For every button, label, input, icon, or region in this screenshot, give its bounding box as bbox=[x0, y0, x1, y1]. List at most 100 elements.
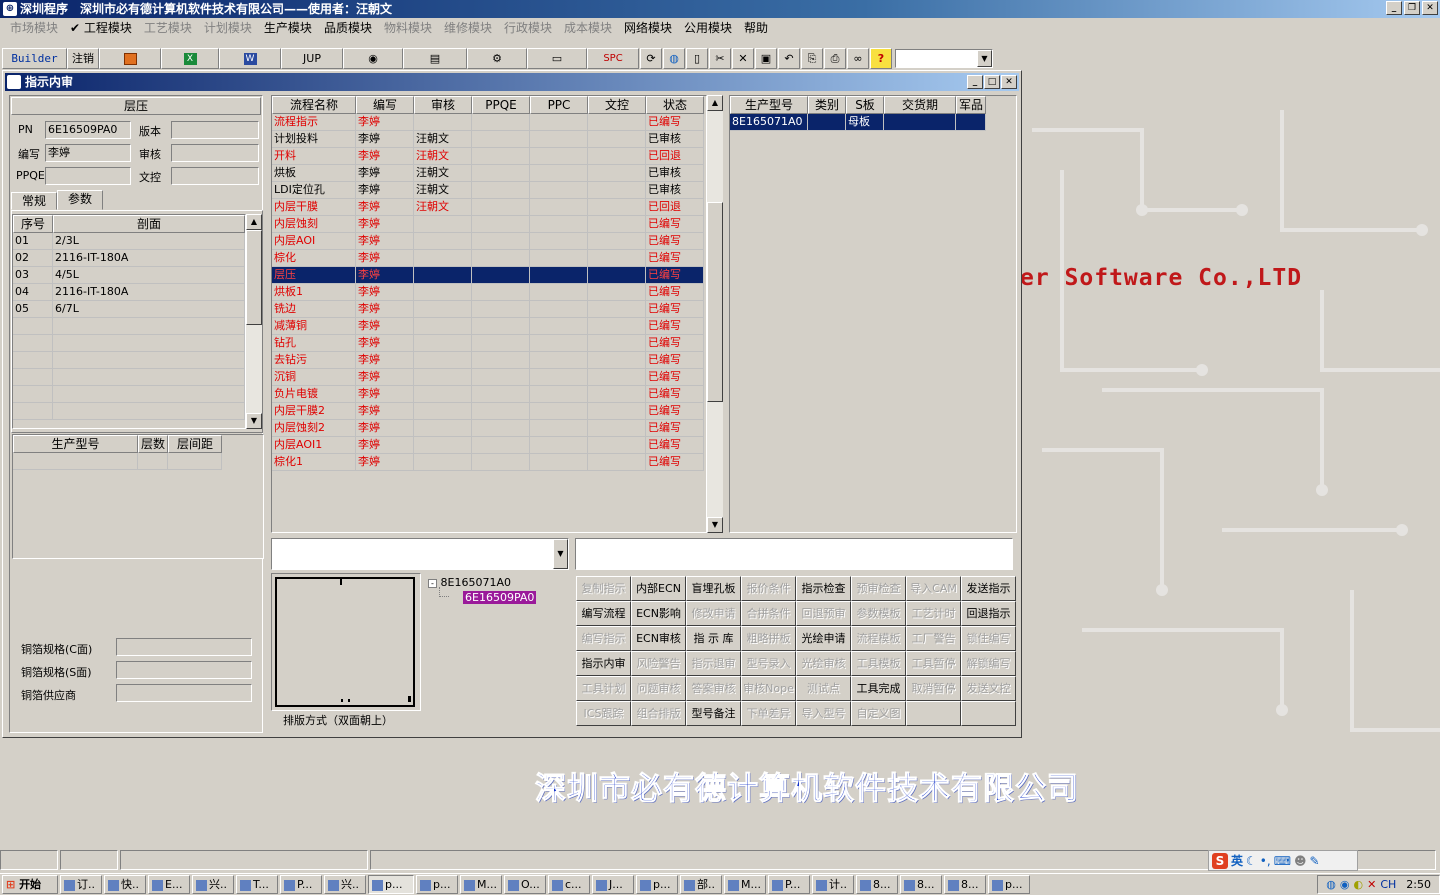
keyboard-icon[interactable]: ⌨ bbox=[1274, 854, 1291, 868]
control-field[interactable] bbox=[171, 167, 259, 185]
flow-col-header[interactable]: 流程名称 bbox=[272, 96, 356, 114]
menu-item[interactable]: 工艺模块 bbox=[138, 19, 198, 37]
model-col-header[interactable]: 军品 bbox=[956, 96, 986, 114]
table-row[interactable]: 内层蚀刻 李婷 已编写 bbox=[272, 216, 706, 233]
action-button[interactable]: 型号备注 bbox=[686, 701, 741, 726]
tray-icon[interactable]: CH bbox=[1380, 878, 1396, 891]
table-row[interactable]: 沉铜 李婷 已编写 bbox=[272, 369, 706, 386]
taskbar-item[interactable]: c... bbox=[548, 875, 590, 894]
taskbar-item[interactable]: 快.. bbox=[104, 875, 146, 894]
table-row[interactable]: 01 2/3L bbox=[13, 233, 245, 250]
tray-icon[interactable]: ◐ bbox=[1354, 878, 1364, 891]
table-row[interactable]: 内层AOI1 李婷 已编写 bbox=[272, 437, 706, 454]
menu-item[interactable]: 生产模块 bbox=[258, 19, 318, 37]
copper-vendor-field[interactable] bbox=[116, 684, 252, 702]
expand-icon[interactable]: - bbox=[428, 579, 437, 588]
jup-button[interactable]: JUP bbox=[281, 47, 343, 69]
table-row[interactable]: 去钻污 李婷 已编写 bbox=[272, 352, 706, 369]
minimize-button[interactable]: _ bbox=[1386, 1, 1402, 15]
scroll-thumb[interactable] bbox=[246, 230, 262, 325]
taskbar-item[interactable]: 8... bbox=[900, 875, 942, 894]
menu-item[interactable]: 行政模块 bbox=[498, 19, 558, 37]
action-button[interactable]: 内部ECN bbox=[631, 576, 686, 601]
model-col-header[interactable]: S板 bbox=[846, 96, 884, 114]
taskbar-item[interactable]: 部.. bbox=[680, 875, 722, 894]
ppqe-field[interactable] bbox=[45, 167, 131, 185]
table-row[interactable]: 铣边 李婷 已编写 bbox=[272, 301, 706, 318]
taskbar-item[interactable]: 8... bbox=[944, 875, 986, 894]
tab-params[interactable]: 参数 bbox=[57, 190, 104, 210]
view-button[interactable]: ◉ bbox=[343, 47, 403, 69]
taskbar-item[interactable]: 订.. bbox=[60, 875, 102, 894]
layer-scrollbar[interactable]: ▲ ▼ bbox=[246, 214, 262, 429]
model-col-header[interactable]: 交货期 bbox=[884, 96, 956, 114]
menu-item[interactable]: 帮助 bbox=[738, 19, 774, 37]
action-button[interactable]: 指 示 库 bbox=[686, 626, 741, 651]
undo-button[interactable]: ↶ bbox=[778, 47, 800, 69]
table-row[interactable]: 02 2116-IT-180A bbox=[13, 250, 245, 267]
taskbar-item[interactable]: 兴.. bbox=[324, 875, 366, 894]
action-button[interactable]: ECN影响 bbox=[631, 601, 686, 626]
menu-item[interactable]: ✔ 工程模块 bbox=[64, 19, 138, 37]
punctuation-icon[interactable]: •, bbox=[1260, 854, 1271, 868]
layer-col-header[interactable]: 序号 bbox=[13, 215, 53, 233]
tray-icon[interactable]: ✕ bbox=[1367, 878, 1376, 891]
table-row[interactable]: 内层干膜2 李婷 已编写 bbox=[272, 403, 706, 420]
table-row[interactable]: 内层AOI 李婷 已编写 bbox=[272, 233, 706, 250]
ime-lang[interactable]: 英 bbox=[1231, 852, 1243, 869]
taskbar-item[interactable]: p... bbox=[636, 875, 678, 894]
restore-button[interactable]: ❐ bbox=[1404, 1, 1420, 15]
table-row[interactable]: 04 2116-IT-180A bbox=[13, 284, 245, 301]
version-field[interactable] bbox=[171, 121, 259, 139]
action-button[interactable]: 发送指示 bbox=[961, 576, 1016, 601]
close-button[interactable]: ✕ bbox=[1422, 1, 1438, 15]
taskbar-item[interactable]: p... bbox=[988, 875, 1030, 894]
taskbar-item[interactable]: 兴.. bbox=[192, 875, 234, 894]
logout-button[interactable]: 注销 bbox=[67, 47, 99, 69]
table-row[interactable]: 流程指示 李婷 已编写 bbox=[272, 114, 706, 131]
child-maximize-button[interactable]: □ bbox=[984, 75, 1000, 89]
prod-col-header[interactable]: 生产型号 bbox=[13, 435, 138, 453]
taskbar-item[interactable]: E... bbox=[148, 875, 190, 894]
start-button[interactable]: ⊞ 开始 bbox=[2, 875, 58, 894]
menu-item[interactable]: 维修模块 bbox=[438, 19, 498, 37]
print-button[interactable]: ⎙ bbox=[824, 47, 846, 69]
table-row[interactable]: 计划投料 李婷 汪朝文 已审核 bbox=[272, 131, 706, 148]
taskbar-item[interactable]: M... bbox=[460, 875, 502, 894]
copper-c-field[interactable] bbox=[116, 638, 252, 656]
copper-s-field[interactable] bbox=[116, 661, 252, 679]
scroll-up-icon[interactable]: ▲ bbox=[246, 214, 262, 230]
taskbar-item[interactable]: P... bbox=[280, 875, 322, 894]
menu-item[interactable]: 成本模块 bbox=[558, 19, 618, 37]
model-col-header[interactable]: 类别 bbox=[808, 96, 846, 114]
toolbar-combo[interactable]: ▼ bbox=[895, 48, 993, 68]
table-row[interactable]: 负片电镀 李婷 已编写 bbox=[272, 386, 706, 403]
table-row[interactable]: 8E165071A0 母板 bbox=[730, 114, 1016, 131]
find-button[interactable]: ∞ bbox=[847, 47, 869, 69]
refresh-button[interactable]: ⟳ bbox=[640, 47, 662, 69]
spc-button[interactable]: SPC bbox=[587, 47, 639, 69]
flow-scrollbar[interactable]: ▲ ▼ bbox=[707, 95, 723, 533]
scroll-down-icon[interactable]: ▼ bbox=[246, 413, 262, 429]
table-row[interactable]: 内层蚀刻2 李婷 已编写 bbox=[272, 420, 706, 437]
tab-general[interactable]: 常规 bbox=[11, 192, 58, 210]
preview-button[interactable]: ⎘ bbox=[801, 47, 823, 69]
flow-combo[interactable]: ▼ bbox=[271, 538, 569, 570]
prod-col-header[interactable]: 层间距 bbox=[168, 435, 222, 453]
taskbar-item[interactable]: P... bbox=[768, 875, 810, 894]
taskbar-item[interactable]: O... bbox=[504, 875, 546, 894]
note-input[interactable] bbox=[575, 538, 1013, 570]
action-button[interactable]: 指示内审 bbox=[576, 651, 631, 676]
flow-col-header[interactable]: 文控 bbox=[588, 96, 646, 114]
taskbar-item[interactable]: p... bbox=[416, 875, 458, 894]
table-row[interactable]: 棕化1 李婷 已编写 bbox=[272, 454, 706, 471]
chevron-down-icon[interactable]: ▼ bbox=[553, 539, 568, 569]
chevron-down-icon[interactable]: ▼ bbox=[977, 49, 992, 67]
menu-item[interactable]: 品质模块 bbox=[318, 19, 378, 37]
clock[interactable]: 2:50 bbox=[1406, 878, 1431, 891]
flow-col-header[interactable]: PPQE bbox=[472, 96, 530, 114]
menu-item[interactable]: 网络模块 bbox=[618, 19, 678, 37]
settings-button[interactable]: ⚙ bbox=[467, 47, 527, 69]
table-row[interactable]: 03 4/5L bbox=[13, 267, 245, 284]
action-button[interactable]: 盲埋孔板 bbox=[686, 576, 741, 601]
